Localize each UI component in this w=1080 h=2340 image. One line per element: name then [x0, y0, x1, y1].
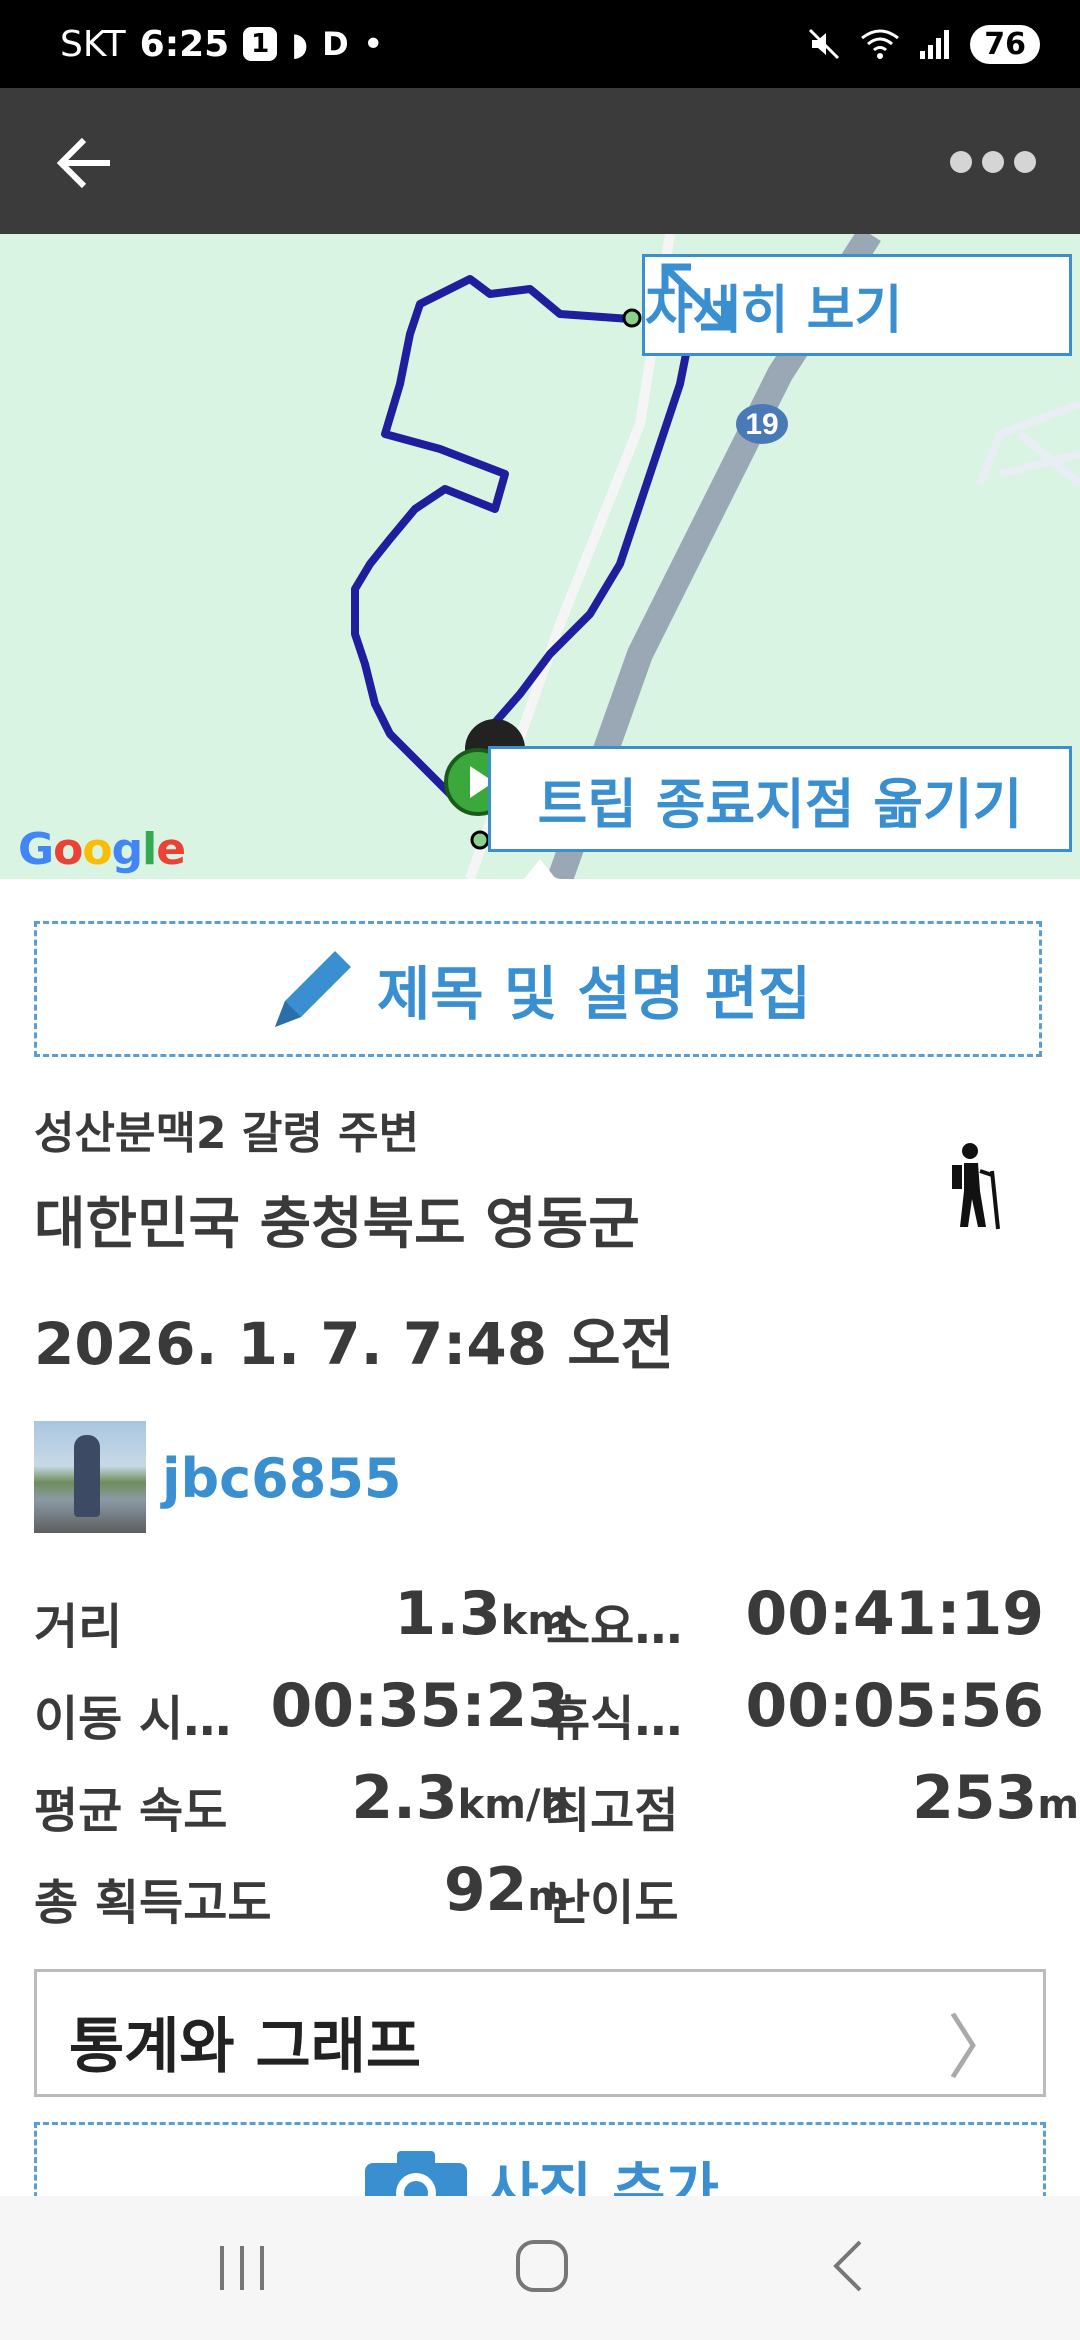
max-altitude-value: 253m [912, 1763, 1079, 1833]
recent-apps-icon[interactable] [214, 2242, 270, 2294]
moving-time-value: 00:35:23 [270, 1671, 569, 1741]
app-notification-icon: D [322, 25, 349, 63]
signal-icon [920, 30, 950, 59]
system-nav-bar [0, 2196, 1080, 2340]
battery-indicator: 76 [970, 24, 1040, 64]
back-chevron-icon[interactable] [826, 2236, 870, 2296]
avatar[interactable] [34, 1421, 146, 1533]
rest-time-label: 휴식… [546, 1691, 683, 1747]
mute-icon [809, 28, 840, 60]
track-point-icon [470, 830, 490, 850]
stats-graph-label: 통계와 그래프 [69, 2012, 422, 2082]
hiking-icon[interactable] [940, 1141, 1004, 1231]
avg-speed-label: 평균 속도 [34, 1783, 228, 1839]
arrow-left-icon[interactable] [50, 128, 120, 198]
distance-value: 1.3km [394, 1579, 569, 1649]
stats-row: 총 획득고도 92m 난이도 [34, 1855, 1054, 1935]
stats-row: 거리 1.3km 소요… 00:41:19 [34, 1579, 1054, 1659]
total-ascent-value: 92m [443, 1855, 569, 1925]
more-dots-icon[interactable] [950, 140, 1040, 184]
stats-graph-button[interactable]: 통계와 그래프 〉 [34, 1969, 1046, 2097]
edit-title-label: 제목 및 설명 편집 [376, 960, 812, 1028]
stats-row: 이동 시… 00:35:23 휴식… 00:05:56 [34, 1671, 1054, 1751]
avg-speed-value: 2.3km/h [351, 1763, 569, 1833]
total-time-value: 00:41:19 [745, 1579, 1044, 1649]
chevron-right-icon: 〉 [947, 2007, 1017, 2089]
move-end-point-label: 트립 종료지점 옮기기 [537, 772, 1023, 836]
google-logo: Google [18, 824, 186, 875]
more-notifications-dot-icon: • [362, 23, 384, 65]
difficulty-label: 난이도 [546, 1875, 679, 1931]
trip-date: 2026. 1. 7. 7:48 오전 [34, 1310, 674, 1378]
route-number: 19 [745, 408, 778, 441]
expand-icon [661, 263, 731, 331]
notification-count-icon: 1 [243, 27, 278, 61]
edit-title-button[interactable]: 제목 및 설명 편집 [34, 921, 1042, 1057]
track-point-icon [622, 308, 642, 328]
carrier-label: SKT [60, 23, 126, 65]
rest-time-value: 00:05:56 [745, 1671, 1044, 1741]
trip-location: 대한민국 충청북도 영동군 [34, 1192, 640, 1257]
view-detail-button[interactable]: 자세히 보기 [642, 254, 1072, 356]
username-link[interactable]: jbc6855 [162, 1447, 401, 1510]
move-end-point-button[interactable]: 트립 종료지점 옮기기 [488, 746, 1072, 852]
app-bar [0, 88, 1080, 234]
home-icon[interactable] [512, 2236, 572, 2296]
wifi-icon [861, 29, 900, 59]
route-map[interactable]: 19 자세히 보기 트립 종료지점 옮기기 Google [0, 234, 1080, 879]
pencil-icon [274, 951, 351, 1027]
status-bar: SKT 6:25 1 ◗ D • 76 [0, 0, 1080, 88]
moving-time-label: 이동 시… [34, 1691, 232, 1747]
distance-label: 거리 [34, 1599, 123, 1655]
messenger-icon: ◗ [291, 25, 309, 63]
clock: 6:25 [139, 23, 230, 65]
total-time-label: 소요… [546, 1599, 683, 1655]
stats-row: 평균 속도 2.3km/h 최고점 253m [34, 1763, 1079, 1843]
max-altitude-label: 최고점 [546, 1783, 679, 1839]
trip-subtitle: 성산분맥2 갈령 주변 [34, 1108, 420, 1159]
